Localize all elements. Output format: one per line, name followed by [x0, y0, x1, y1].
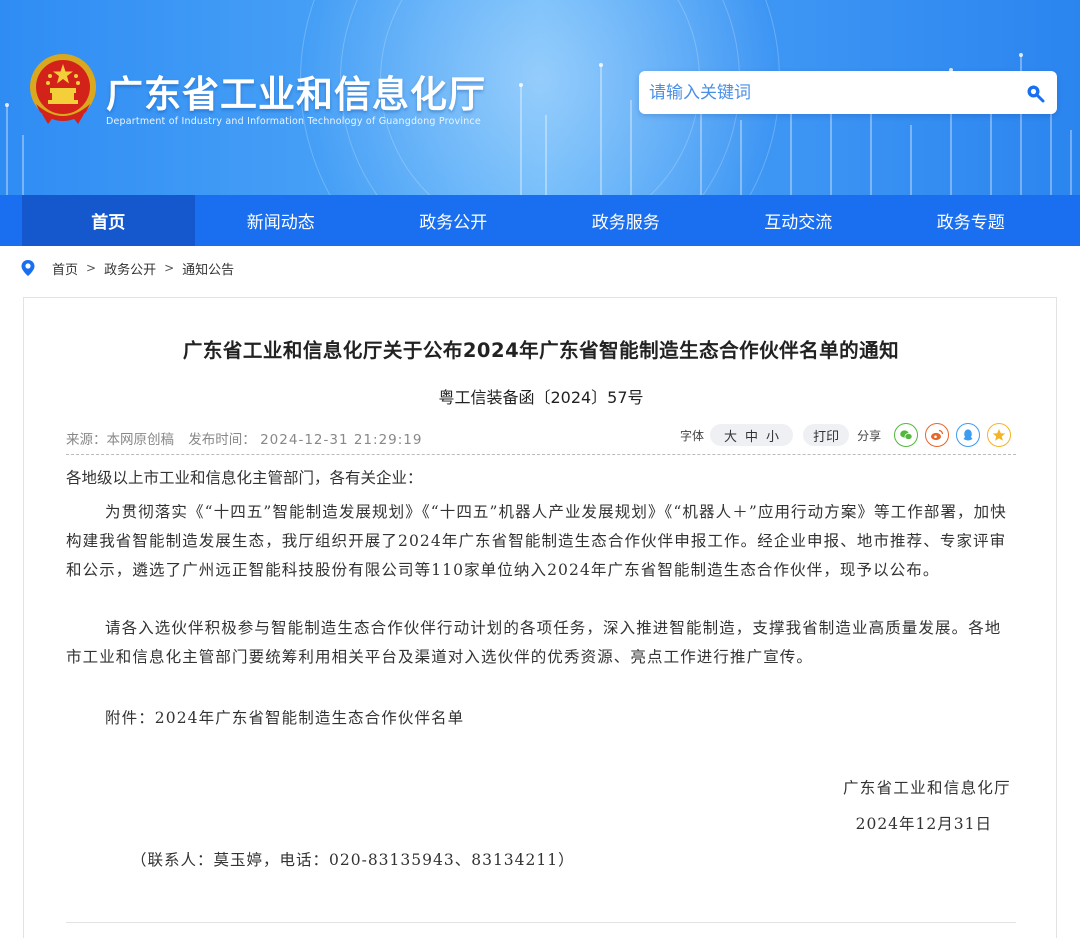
article-sign-date: 2024年12月31日: [855, 815, 992, 833]
breadcrumb-separator: >: [164, 261, 175, 275]
qq-icon[interactable]: [956, 423, 981, 447]
publish-time: 2024-12-31 21:29:19: [260, 432, 423, 448]
national-emblem-icon: [30, 54, 96, 124]
weibo-icon[interactable]: [925, 423, 950, 447]
article-source: 来源：本网原创稿: [66, 432, 174, 448]
breadcrumb-notices[interactable]: 通知公告: [182, 259, 234, 278]
site-subtitle: Department of Industry and Information T…: [106, 116, 481, 127]
breadcrumb-home[interactable]: 首页: [52, 259, 78, 278]
location-pin-icon: [21, 260, 35, 276]
search-input[interactable]: [649, 77, 1009, 108]
font-size-large[interactable]: 大: [724, 426, 737, 445]
site-title[interactable]: 广东省工业和信息化厅: [106, 64, 486, 118]
wechat-icon[interactable]: [894, 423, 919, 447]
main-nav: 首页 新闻动态 政务公开 政务服务 互动交流 政务专题: [0, 195, 1080, 246]
share-label: 分享: [857, 428, 882, 443]
attachment-link[interactable]: 附件：2024年广东省智能制造生态合作伙伴名单: [66, 704, 1016, 733]
font-size-medium[interactable]: 中: [745, 426, 758, 445]
document-number: 粤工信装备函〔2024〕57号: [438, 388, 644, 407]
article-paragraph: 请各入选伙伴积极参与智能制造生态合作伙伴行动计划的各项任务，深入推进智能制造，支…: [66, 619, 1002, 666]
meta-divider: [66, 454, 1016, 455]
article-meta: 来源：本网原创稿 发布时间： 2024-12-31 21:29:19: [66, 428, 422, 448]
breadcrumb: 首页 > 政务公开 > 通知公告: [20, 258, 234, 278]
nav-item-gov-affairs-open[interactable]: 政务公开: [367, 195, 540, 246]
nav-item-interaction[interactable]: 互动交流: [712, 195, 885, 246]
article-signer: 广东省工业和信息化厅: [842, 779, 1011, 797]
article-panel: 广东省工业和信息化厅关于公布2024年广东省智能制造生态合作伙伴名单的通知 粤工…: [23, 297, 1057, 938]
article-bottom-divider: [66, 922, 1016, 923]
qzone-star-icon[interactable]: [987, 423, 1012, 447]
search-box: [639, 71, 1057, 114]
nav-item-gov-services[interactable]: 政务服务: [540, 195, 713, 246]
article-contact: （联系人：莫玉婷，电话：020-83135943、83134211）: [131, 851, 575, 869]
publish-label: 发布时间：: [188, 432, 256, 448]
font-size-label: 字体: [680, 428, 705, 443]
article-salutation: 各地级以上市工业和信息化主管部门，各有关企业：: [66, 469, 423, 487]
article-tools: 字体 大 中 小 打印 分享: [680, 423, 1012, 447]
breadcrumb-gov-affairs-open[interactable]: 政务公开: [104, 259, 156, 278]
article-paragraph: 为贯彻落实《“十四五”智能制造发展规划》《“十四五”机器人产业发展规划》《“机器…: [66, 503, 1007, 579]
search-icon[interactable]: [1023, 81, 1047, 105]
nav-item-special-topics[interactable]: 政务专题: [885, 195, 1058, 246]
font-size-small[interactable]: 小: [766, 426, 779, 445]
nav-item-news[interactable]: 新闻动态: [195, 195, 368, 246]
article-title: 广东省工业和信息化厅关于公布2024年广东省智能制造生态合作伙伴名单的通知: [182, 339, 900, 362]
nav-item-home[interactable]: 首页: [22, 195, 195, 246]
breadcrumb-separator: >: [86, 261, 97, 275]
font-size-switcher: 大 中 小: [710, 424, 794, 446]
print-button[interactable]: 打印: [803, 424, 850, 446]
header-banner: 广东省工业和信息化厅 Department of Industry and In…: [0, 0, 1080, 195]
